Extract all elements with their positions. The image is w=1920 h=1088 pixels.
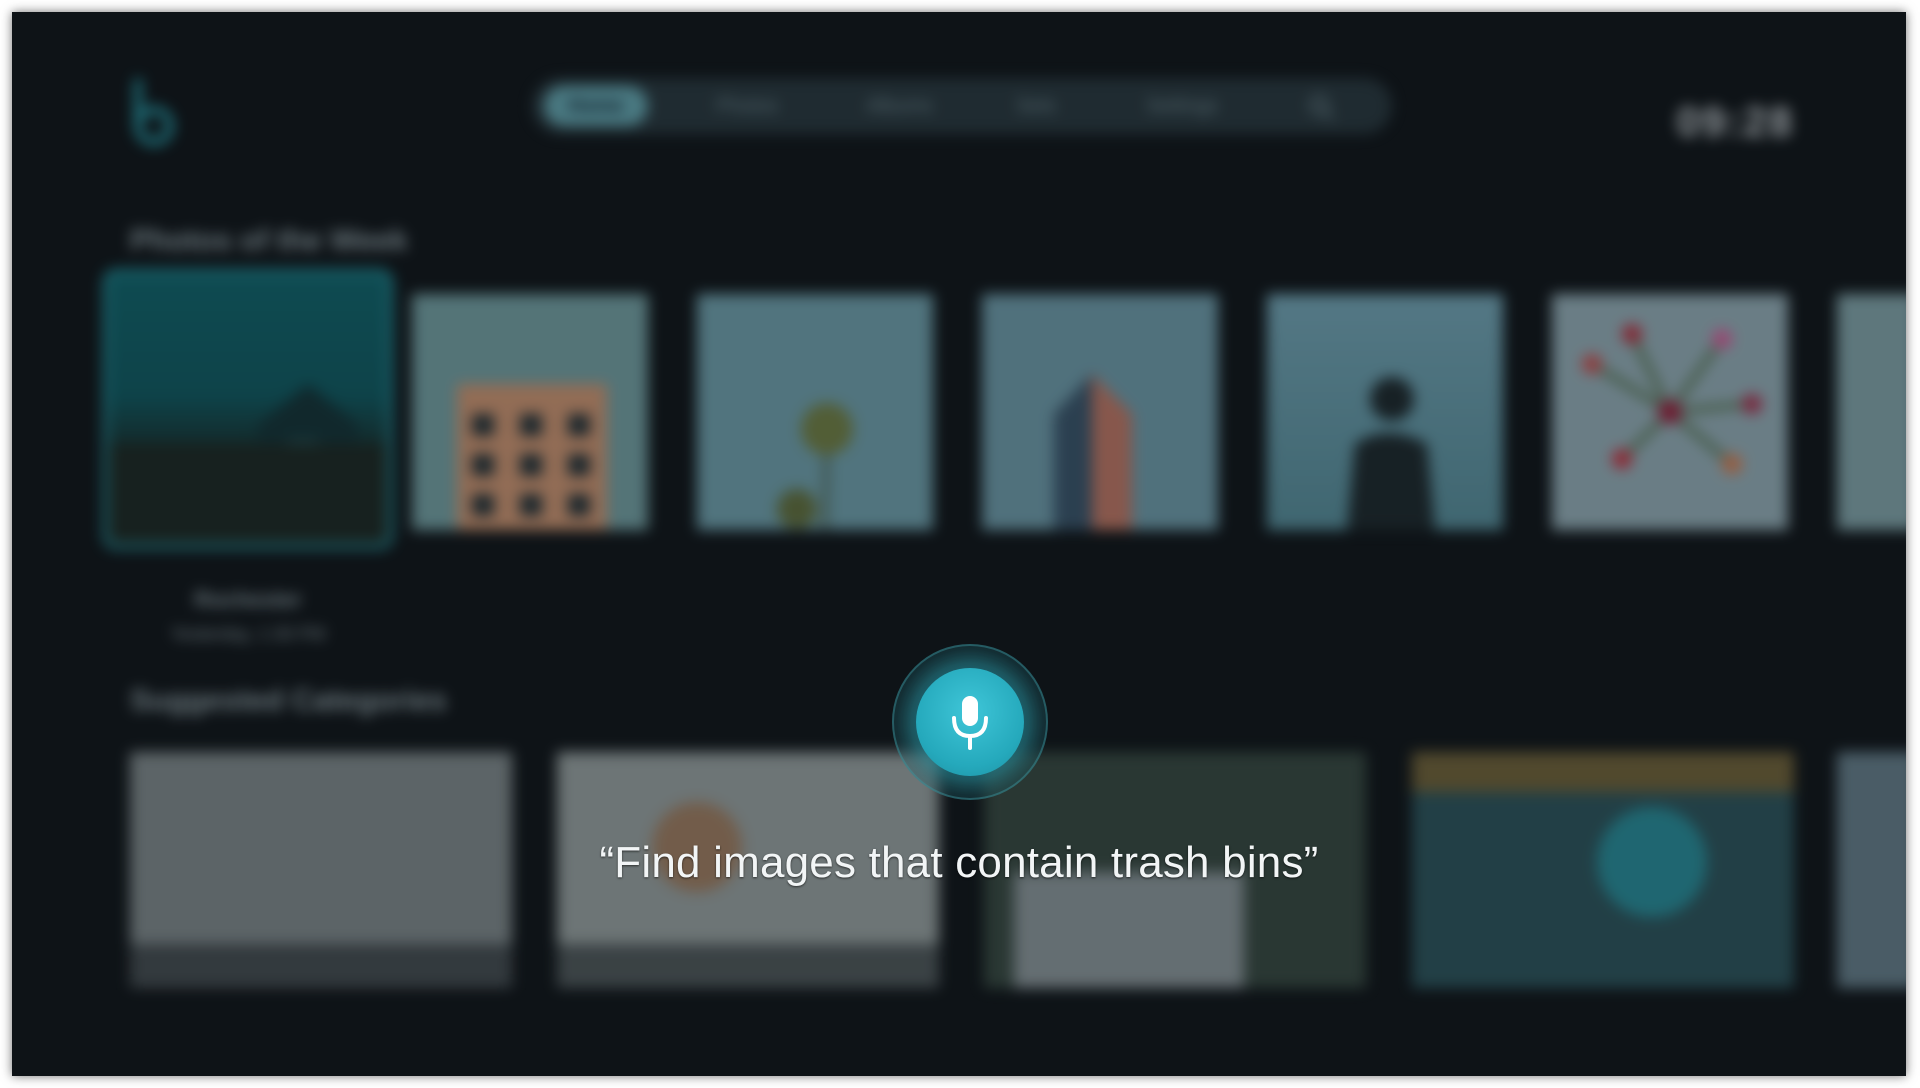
voice-query-text: “Find images that contain trash bins” xyxy=(599,838,1319,887)
photo-tile[interactable] xyxy=(1267,294,1503,530)
b-logo-icon xyxy=(120,74,190,154)
background-app: Home Photos Albums Sets Settings 09:28 P… xyxy=(12,12,1906,1076)
tab-albums[interactable]: Albums xyxy=(842,86,957,126)
categories-section-title: Suggested Categories xyxy=(130,684,447,717)
category-label xyxy=(130,944,512,988)
tv-screen: Home Photos Albums Sets Settings 09:28 P… xyxy=(12,12,1906,1076)
clock: 09:28 xyxy=(1676,98,1794,145)
tab-photos[interactable]: Photos xyxy=(692,86,802,126)
search-icon[interactable] xyxy=(1308,94,1334,120)
photo-tile-focused[interactable] xyxy=(103,269,393,549)
photo-tile[interactable] xyxy=(412,294,648,530)
photos-section-title: Photos of the Week xyxy=(130,224,408,257)
category-label xyxy=(557,944,939,988)
focused-photo-title: Rochester xyxy=(194,587,302,612)
focused-photo-date: Yesterday, 1:30 PM xyxy=(170,624,326,644)
photo-tile[interactable] xyxy=(1552,294,1788,530)
photo-tile[interactable] xyxy=(982,294,1218,530)
microphone-button[interactable] xyxy=(916,668,1024,776)
photo-tile[interactable] xyxy=(697,294,933,530)
microphone-icon xyxy=(952,696,988,750)
photo-tile-partial[interactable] xyxy=(1837,294,1906,530)
top-navigation: Home Photos Albums Sets Settings xyxy=(532,78,1392,134)
tab-home[interactable]: Home xyxy=(544,86,648,126)
tab-sets[interactable]: Sets xyxy=(992,86,1080,126)
tab-settings[interactable]: Settings xyxy=(1122,86,1242,126)
